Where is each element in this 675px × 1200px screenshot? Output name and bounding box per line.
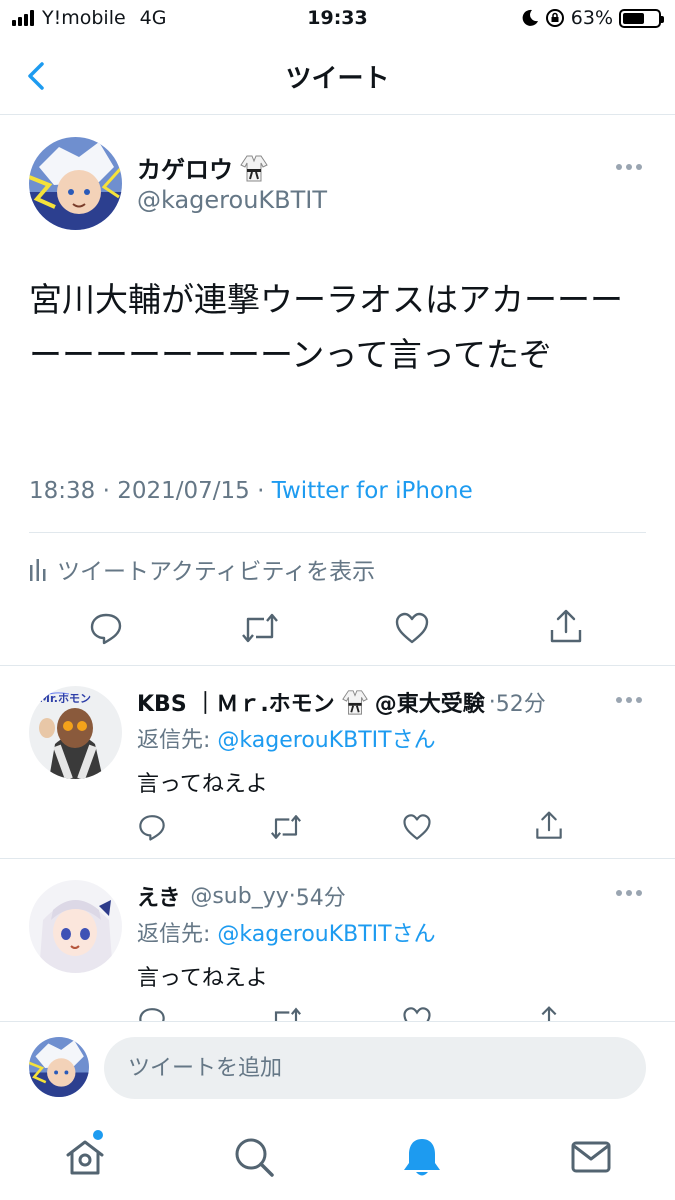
reply-header: KBS ｜Ｍｒ.ホモン @東大受験 · 52分 — [137, 686, 546, 718]
replying-prefix: 返信先: — [137, 728, 211, 753]
status-bar: Y!mobile 4G 19:33 63% — [0, 0, 675, 38]
tweet-date: 2021/07/15 — [117, 478, 250, 504]
karate-gi-icon — [240, 155, 268, 181]
reply-actions-clipped — [0, 1005, 675, 1021]
reply-composer — [0, 1021, 675, 1113]
home-icon[interactable] — [63, 1135, 107, 1179]
tweet-source-link[interactable]: Twitter for iPhone — [272, 478, 473, 504]
reply-header: えき @sub_yy · 54分 — [137, 880, 346, 912]
reply-author-name[interactable]: えき — [137, 880, 180, 912]
author-handle[interactable]: @kagerouKBTIT — [137, 186, 327, 214]
reply-author-name[interactable]: KBS ｜Ｍｒ.ホモン — [137, 686, 335, 718]
retweet-icon[interactable] — [269, 812, 303, 842]
share-icon[interactable] — [548, 608, 584, 646]
reply-avatar[interactable] — [29, 880, 122, 973]
like-icon[interactable] — [402, 812, 432, 842]
meta-separator: · — [102, 478, 110, 504]
replying-prefix: 返信先: — [137, 922, 211, 947]
nav-header: ツイート — [0, 38, 675, 115]
divider — [0, 665, 675, 666]
reply-avatar[interactable]: Mr.ホモン — [29, 686, 122, 779]
reply-icon[interactable] — [137, 812, 167, 842]
search-icon[interactable] — [232, 1135, 276, 1179]
reply-time: 52分 — [495, 692, 546, 717]
retweet-icon[interactable] — [269, 1005, 303, 1021]
share-icon[interactable] — [534, 1005, 564, 1021]
page-title: ツイート — [285, 64, 390, 94]
more-options-icon[interactable] — [614, 693, 644, 707]
author-name[interactable]: カゲロウ — [137, 150, 233, 185]
author-avatar[interactable] — [29, 137, 122, 230]
more-options-icon[interactable] — [614, 886, 644, 900]
composer-avatar[interactable] — [29, 1037, 89, 1097]
status-right-group: 63% — [521, 7, 664, 29]
tweet-activity-link[interactable]: ツイートアクティビティを表示 — [29, 552, 375, 586]
reply-text: 言ってねえよ — [137, 772, 268, 797]
divider — [29, 532, 646, 533]
analytics-icon — [30, 559, 46, 581]
reply-author-handle[interactable]: @東大受験 — [375, 686, 485, 718]
replying-to: 返信先: @kagerouKBTITさん — [137, 916, 436, 948]
messages-icon[interactable] — [569, 1135, 613, 1179]
activity-label[interactable]: ツイートアクティビティを表示 — [57, 552, 375, 586]
battery-icon — [619, 8, 664, 28]
replying-to: 返信先: @kagerouKBTITさん — [137, 722, 436, 754]
reply-time: 54分 — [295, 886, 346, 911]
battery-percent: 63% — [570, 7, 613, 29]
more-options-icon[interactable] — [614, 160, 644, 174]
reply-text: 言ってねえよ — [137, 966, 268, 991]
reply-author-handle[interactable]: @sub_yy — [190, 884, 288, 909]
svg-text:Mr.ホモン: Mr.ホモン — [39, 692, 91, 705]
replying-to-link[interactable]: @kagerouKBTITさん — [217, 728, 435, 753]
add-tweet-input[interactable] — [104, 1037, 646, 1099]
author-name-row[interactable]: カゲロウ — [137, 150, 269, 185]
meta-separator: · — [257, 478, 265, 504]
tweet-meta: 18:38 · 2021/07/15 · Twitter for iPhone — [29, 478, 473, 504]
share-icon[interactable] — [534, 810, 564, 842]
reply-icon[interactable] — [88, 610, 124, 646]
tab-bar — [0, 1113, 675, 1200]
replying-to-link[interactable]: @kagerouKBTITさん — [217, 922, 435, 947]
tweet-text: 宮川大輔が連撃ウーラオスはアカーーーーーーーーーーーンって言ってたぞ — [29, 280, 623, 374]
rotation-lock-icon — [545, 9, 564, 27]
karate-gi-icon — [341, 690, 368, 715]
tweet-time: 18:38 — [29, 478, 96, 504]
divider — [0, 858, 675, 859]
like-icon[interactable] — [402, 1005, 432, 1021]
notifications-icon[interactable] — [400, 1135, 444, 1179]
reply-icon[interactable] — [137, 1005, 167, 1021]
retweet-icon[interactable] — [240, 610, 280, 646]
moon-icon — [522, 9, 538, 26]
notification-dot — [93, 1130, 103, 1140]
like-icon[interactable] — [394, 610, 430, 646]
